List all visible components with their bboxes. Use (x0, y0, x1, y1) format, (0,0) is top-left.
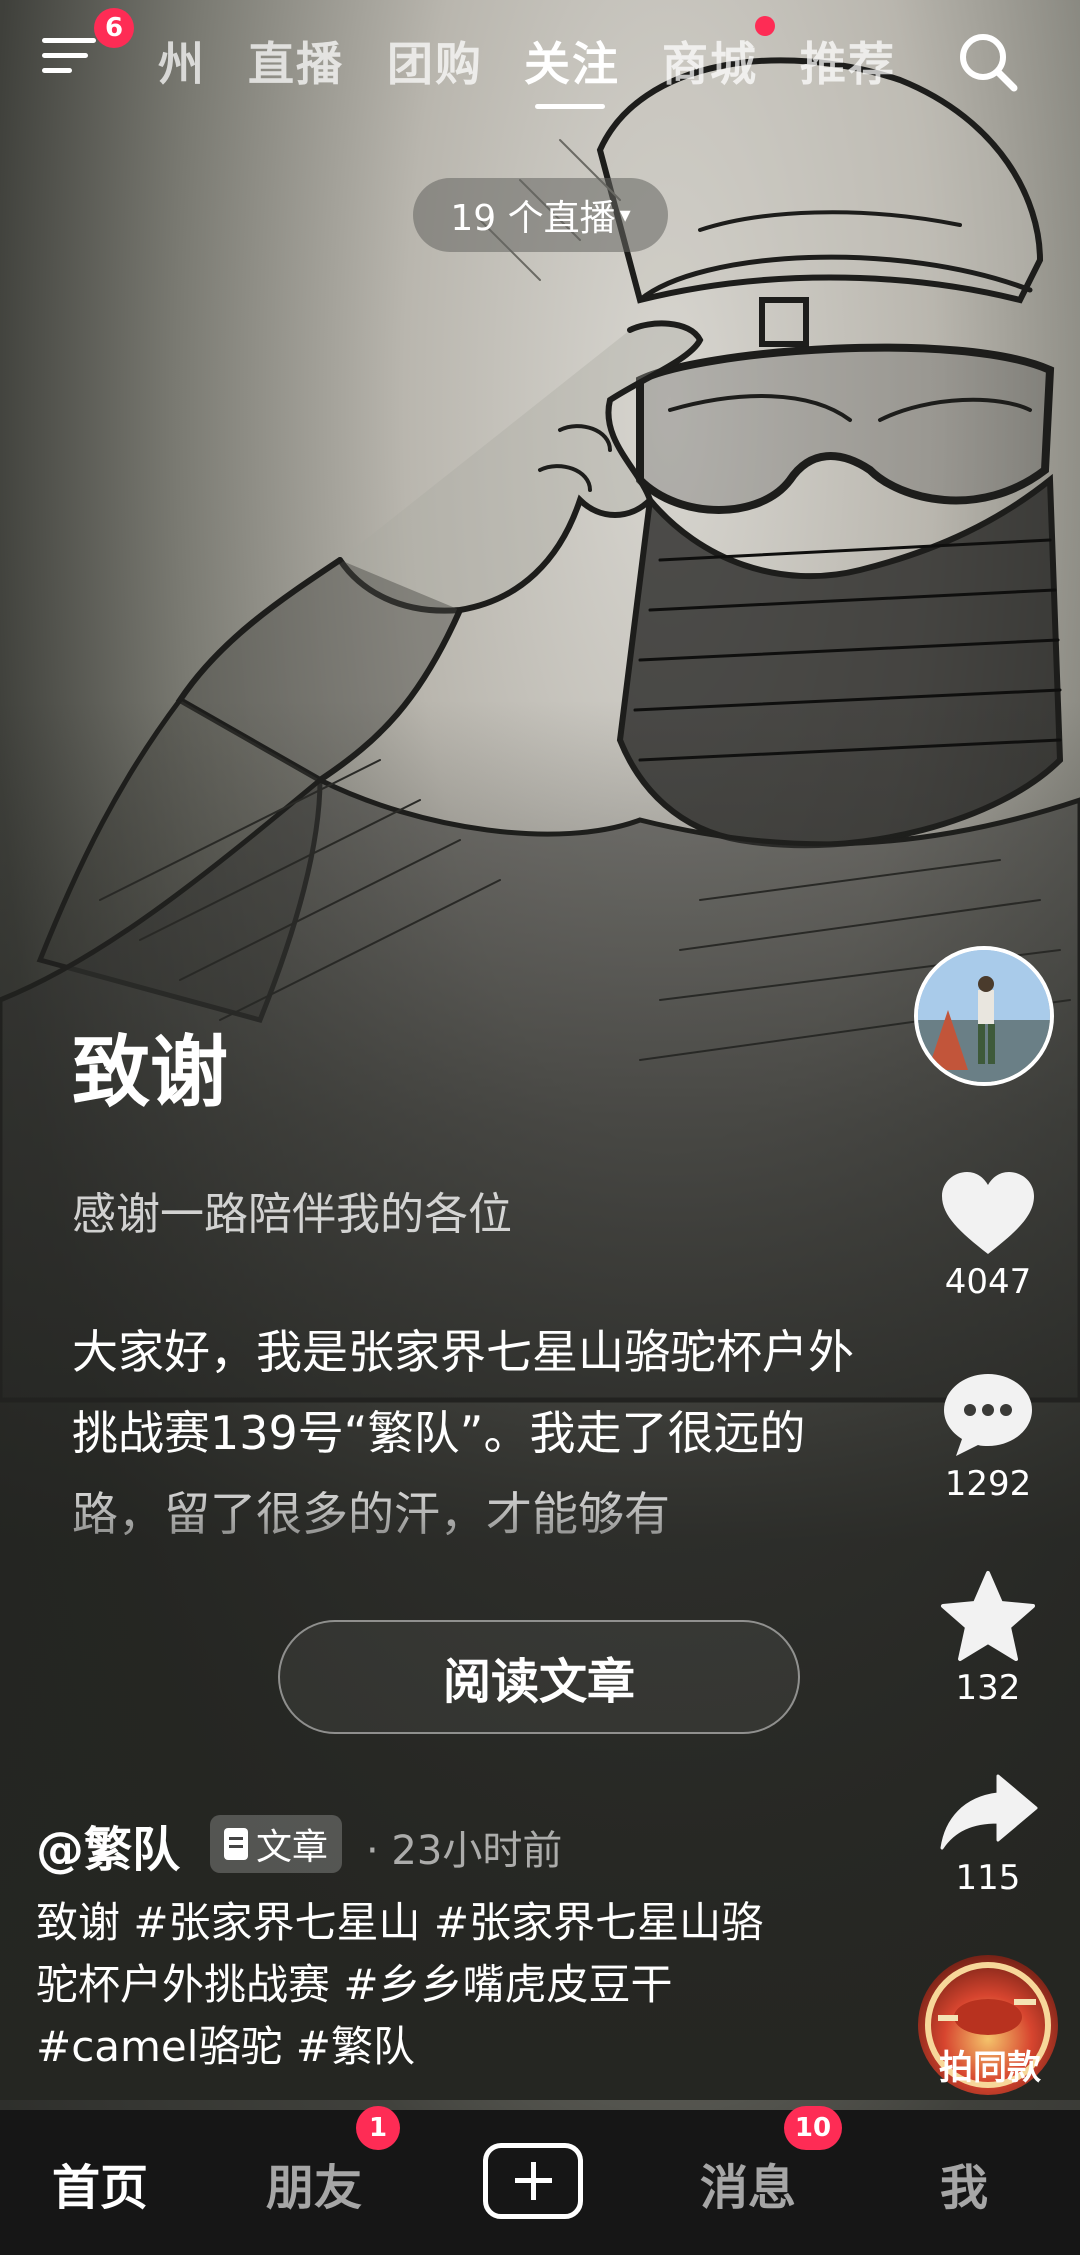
live-count-pill[interactable]: 19 个直播 ▾ (413, 178, 668, 252)
comment-button[interactable]: 1292 (920, 1370, 1056, 1504)
article-type-tag: 文章 (210, 1815, 343, 1873)
mall-notification-dot (755, 16, 775, 36)
article-type-label: 文章 (256, 1827, 329, 1868)
author-avatar[interactable] (914, 946, 1054, 1086)
tab-mall[interactable]: 商城 (662, 28, 758, 94)
messages-badge: 10 (784, 2106, 842, 2150)
star-icon (941, 1571, 1035, 1661)
menu-button[interactable] (42, 38, 102, 88)
nav-me[interactable]: 我 (940, 2148, 988, 2218)
article-subtitle: 感谢一路陪伴我的各位 (72, 1189, 512, 1240)
same-style-label[interactable]: 拍同款 (920, 2040, 1060, 2089)
article-title: 致谢 (72, 1028, 229, 1118)
share-button[interactable]: 115 (920, 1772, 1056, 1898)
nav-home[interactable]: 首页 (52, 2148, 148, 2218)
active-tab-indicator (535, 104, 605, 109)
tab-city[interactable]: 州 (158, 28, 206, 94)
post-time: · 23小时前 (366, 1828, 563, 1874)
nav-messages[interactable]: 消息 (700, 2148, 796, 2218)
share-arrow-icon (940, 1774, 1038, 1850)
author-name[interactable]: @繁队 (36, 1810, 180, 1880)
menu-badge: 6 (94, 8, 134, 48)
like-button[interactable]: 4047 (920, 1170, 1056, 1302)
document-icon (224, 1828, 248, 1860)
share-count: 115 (955, 1858, 1021, 1898)
nav-friends[interactable]: 朋友 (266, 2148, 362, 2218)
video-feed-screen[interactable]: 6 州 直播 团购 关注 商城 推荐 19 个直播 ▾ 致谢 感谢一路陪伴我的各… (0, 0, 1080, 2255)
friends-badge: 1 (356, 2106, 400, 2150)
tab-live[interactable]: 直播 (248, 28, 344, 94)
tab-following[interactable]: 关注 (524, 28, 620, 94)
menu-icon-line (42, 53, 88, 58)
menu-icon-line (42, 68, 72, 73)
read-article-button[interactable]: 阅读文章 (278, 1620, 800, 1734)
favorite-button[interactable]: 132 (920, 1570, 1056, 1708)
heart-icon (942, 1172, 1034, 1254)
like-count: 4047 (944, 1262, 1032, 1302)
bottom-navigation-bar: 首页 朋友 1 消息 10 我 (0, 2106, 1080, 2255)
favorite-count: 132 (955, 1668, 1021, 1708)
article-body: 大家好，我是张家界七星山骆驼杯户外挑战赛139号“繁队”。我走了很远的路，留了很… (72, 1325, 854, 1541)
caret-down-icon: ▾ (619, 202, 631, 228)
search-icon[interactable] (956, 30, 1020, 94)
comment-icon (944, 1374, 1032, 1456)
post-caption[interactable]: 致谢 #张家界七星山 #张家界七星山骆驼杯户外挑战赛 #乡乡嘴虎皮豆干 #cam… (36, 1892, 796, 2078)
tab-group-buy[interactable]: 团购 (387, 28, 483, 94)
tab-recommend[interactable]: 推荐 (800, 28, 896, 94)
live-count-label: 19 个直播 (450, 198, 616, 239)
avatar-photo-image (918, 950, 1050, 1082)
top-navigation: 6 州 直播 团购 关注 商城 推荐 (0, 0, 1080, 125)
create-post-button[interactable] (483, 2143, 583, 2219)
menu-icon-line (42, 38, 96, 43)
comment-count: 1292 (944, 1464, 1032, 1504)
